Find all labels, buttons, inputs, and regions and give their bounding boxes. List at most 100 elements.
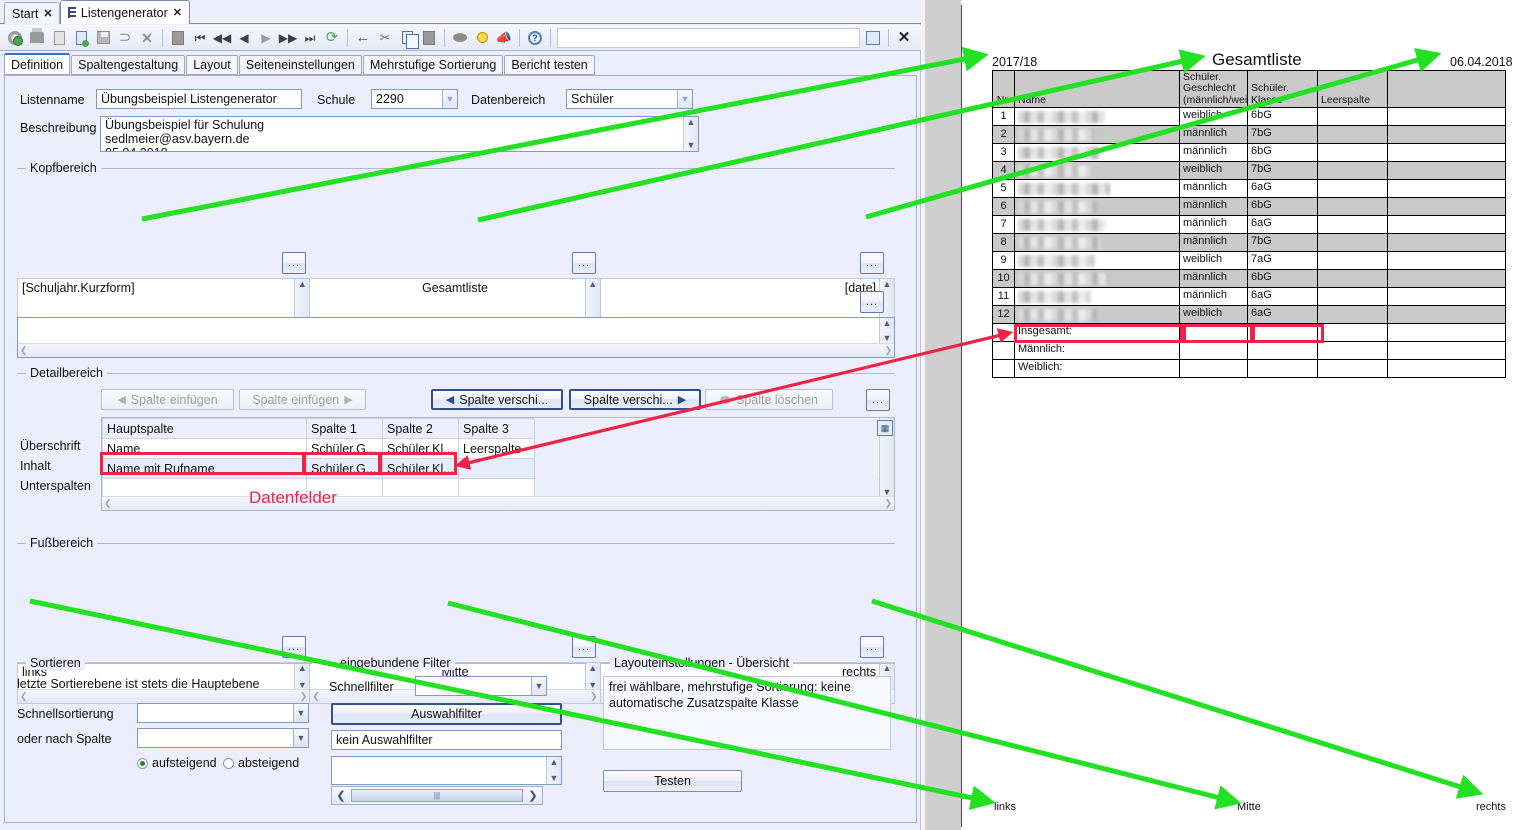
filter-hscrollbar[interactable]: ❮ ||| ❯	[331, 786, 543, 805]
kopf-extra-hscroll[interactable]: ❮ ❯	[18, 343, 894, 357]
scroll-down-icon[interactable]: ▼	[550, 773, 559, 784]
beschreibung-textarea[interactable]: Übungsbeispiel für Schulung sedlmeier@as…	[100, 116, 699, 152]
auswahlfilter-status-field[interactable]: kein Auswahlfilter	[331, 730, 562, 750]
settings-gear-icon[interactable]	[5, 28, 25, 48]
kopfbereich-extra-dots-button[interactable]: ...	[860, 291, 884, 313]
window-close-icon[interactable]: ✕	[894, 28, 914, 48]
scroll-up-icon[interactable]: ▲	[550, 757, 559, 768]
document-icon[interactable]	[49, 28, 69, 48]
datenbereich-combobox[interactable]: Schüler ▼	[566, 89, 693, 109]
scroll-left-icon[interactable]: ❮	[20, 345, 28, 356]
kopfbereich-left-dots-button[interactable]: ...	[282, 252, 306, 274]
scroll-down-icon[interactable]: ▼	[687, 140, 696, 151]
chevron-down-icon[interactable]: ▼	[677, 90, 692, 108]
scroll-right-icon[interactable]: ❯	[884, 345, 892, 356]
grid-column-chooser-icon[interactable]: ▦	[877, 420, 893, 436]
tab-bericht-testen[interactable]: Bericht testen	[504, 55, 595, 75]
first-record-icon[interactable]: ⏮	[190, 28, 210, 48]
radio-aufsteigend[interactable]: aufsteigend	[137, 756, 217, 770]
back-arrow-icon[interactable]: ←	[353, 28, 373, 48]
fussbereich-right-dots-button[interactable]: ...	[860, 636, 884, 658]
column-header-spalte-1[interactable]: Spalte 1	[306, 418, 383, 439]
spalte-verschieben-left-button[interactable]: ◀ Spalte verschi...	[431, 389, 563, 410]
window-tab-listengenerator[interactable]: Listengenerator ✕	[60, 0, 190, 24]
spalte-verschieben-right-button[interactable]: Spalte verschi... ▶	[569, 389, 701, 410]
tab-mehrstufige-sortierung[interactable]: Mehrstufige Sortierung	[362, 55, 504, 75]
cell-inhalt-s1[interactable]: Schüler.G...	[306, 458, 383, 479]
chevron-down-icon[interactable]: ▼	[293, 704, 308, 722]
column-header-spalte-3[interactable]: Spalte 3	[458, 418, 535, 439]
scroll-left-icon[interactable]: ❮	[332, 787, 350, 804]
new-document-icon[interactable]	[71, 28, 91, 48]
undo-icon[interactable]: ⊃	[115, 28, 135, 48]
disc-icon[interactable]	[450, 28, 470, 48]
bulb-icon[interactable]	[472, 28, 492, 48]
window-tab-start[interactable]: Start ✕	[4, 2, 60, 24]
kopfbereich-right-dots-button[interactable]: ...	[860, 252, 884, 274]
cell-inhalt-haupt[interactable]: Name mit Rufname	[102, 458, 307, 479]
tab-layout[interactable]: Layout	[186, 55, 238, 75]
scroll-right-icon[interactable]: ❯	[884, 498, 892, 509]
detailbereich-dots-button[interactable]: ...	[866, 389, 890, 411]
megaphone-icon[interactable]: 📣	[494, 28, 514, 48]
beschreibung-scrollbar[interactable]: ▲ ▼	[683, 117, 698, 151]
save-icon[interactable]	[93, 28, 113, 48]
duplicate-icon[interactable]	[168, 28, 188, 48]
testen-button[interactable]: Testen	[603, 770, 742, 792]
cut-icon[interactable]: ✂	[375, 28, 395, 48]
schnellfilter-combobox[interactable]: ▼	[415, 676, 547, 696]
tab-seiteneinstellungen[interactable]: Seiteneinstellungen	[238, 55, 362, 75]
scroll-left-icon[interactable]: ❮	[104, 498, 112, 509]
spalte-loeschen-button[interactable]: Spalte löschen	[705, 389, 833, 410]
kopf-extra-scroll[interactable]: ▲ ▼	[879, 318, 894, 344]
print-icon[interactable]	[27, 28, 47, 48]
scroll-right-icon[interactable]: ❯	[524, 787, 542, 804]
filter-list-scroll[interactable]: ▲ ▼	[546, 757, 561, 784]
next-record-icon[interactable]: ▶	[256, 28, 276, 48]
scroll-left-icon[interactable]: ❮	[312, 691, 320, 702]
scroll-up-icon[interactable]: ▲	[687, 117, 696, 128]
close-icon[interactable]: ✕	[43, 7, 52, 20]
spalte-einfuegen-right-button[interactable]: Spalte einfügen ▶	[239, 389, 366, 410]
schnellsortierung-combobox[interactable]: ▼	[137, 703, 309, 723]
scroll-up-icon[interactable]: ▲	[588, 663, 597, 674]
chevron-down-icon[interactable]: ▼	[442, 90, 457, 108]
fussbereich-left-dots-button[interactable]: ...	[282, 636, 306, 658]
scrollbar-thumb[interactable]: |||	[351, 789, 523, 802]
scroll-up-icon[interactable]: ▲	[298, 279, 307, 290]
cell-ueberschrift-s2[interactable]: Schüler.Kl...	[382, 438, 459, 459]
listenname-input[interactable]: Übungsbeispiel Listengenerator	[96, 89, 302, 109]
last-record-icon[interactable]: ⏭	[300, 28, 320, 48]
kopfbereich-extra-field[interactable]: ▲ ▼ ❮ ❯	[17, 317, 895, 358]
cell-inhalt-s2[interactable]: Schüler.Kl...	[382, 458, 459, 479]
cell-ueberschrift-haupt[interactable]: Name	[102, 438, 307, 459]
help-icon[interactable]: ?	[525, 28, 545, 48]
grid-hscroll[interactable]: ❮ ❯	[102, 496, 894, 510]
tab-definition[interactable]: Definition	[4, 53, 71, 75]
scroll-up-icon[interactable]: ▲	[588, 279, 597, 290]
chevron-down-icon[interactable]: ▼	[293, 729, 308, 747]
next-page-icon[interactable]: ▶▶	[278, 28, 298, 48]
chevron-down-icon[interactable]: ▼	[531, 677, 546, 695]
radio-absteigend[interactable]: absteigend	[223, 756, 299, 770]
cell-ueberschrift-s1[interactable]: Schüler.G...	[306, 438, 383, 459]
toolbar-address-area[interactable]	[557, 27, 860, 48]
scroll-up-icon[interactable]: ▲	[883, 279, 892, 290]
column-header-hauptspalte[interactable]: Hauptspalte	[102, 418, 307, 439]
auswahlfilter-button[interactable]: Auswahlfilter	[331, 703, 562, 725]
fussbereich-center-dots-button[interactable]: ...	[572, 636, 596, 658]
filter-list-field[interactable]: ▲ ▼	[331, 756, 562, 785]
kopfbereich-center-dots-button[interactable]: ...	[572, 252, 596, 274]
cell-inhalt-s3[interactable]	[458, 458, 535, 479]
prev-record-icon[interactable]: ◀	[234, 28, 254, 48]
tab-spaltengestaltung[interactable]: Spaltengestaltung	[71, 55, 186, 75]
nach-spalte-combobox[interactable]: ▼	[137, 728, 309, 748]
cell-ueberschrift-s3[interactable]: Leerspalte	[458, 438, 535, 459]
column-header-spalte-2[interactable]: Spalte 2	[382, 418, 459, 439]
prev-page-icon[interactable]: ◀◀	[212, 28, 232, 48]
paste-icon[interactable]	[419, 28, 439, 48]
copy-icon[interactable]	[397, 28, 419, 49]
schule-combobox[interactable]: 2290 ▼	[371, 89, 458, 109]
close-icon[interactable]: ✕	[173, 6, 182, 19]
delete-x-icon[interactable]: ✕	[137, 28, 157, 48]
